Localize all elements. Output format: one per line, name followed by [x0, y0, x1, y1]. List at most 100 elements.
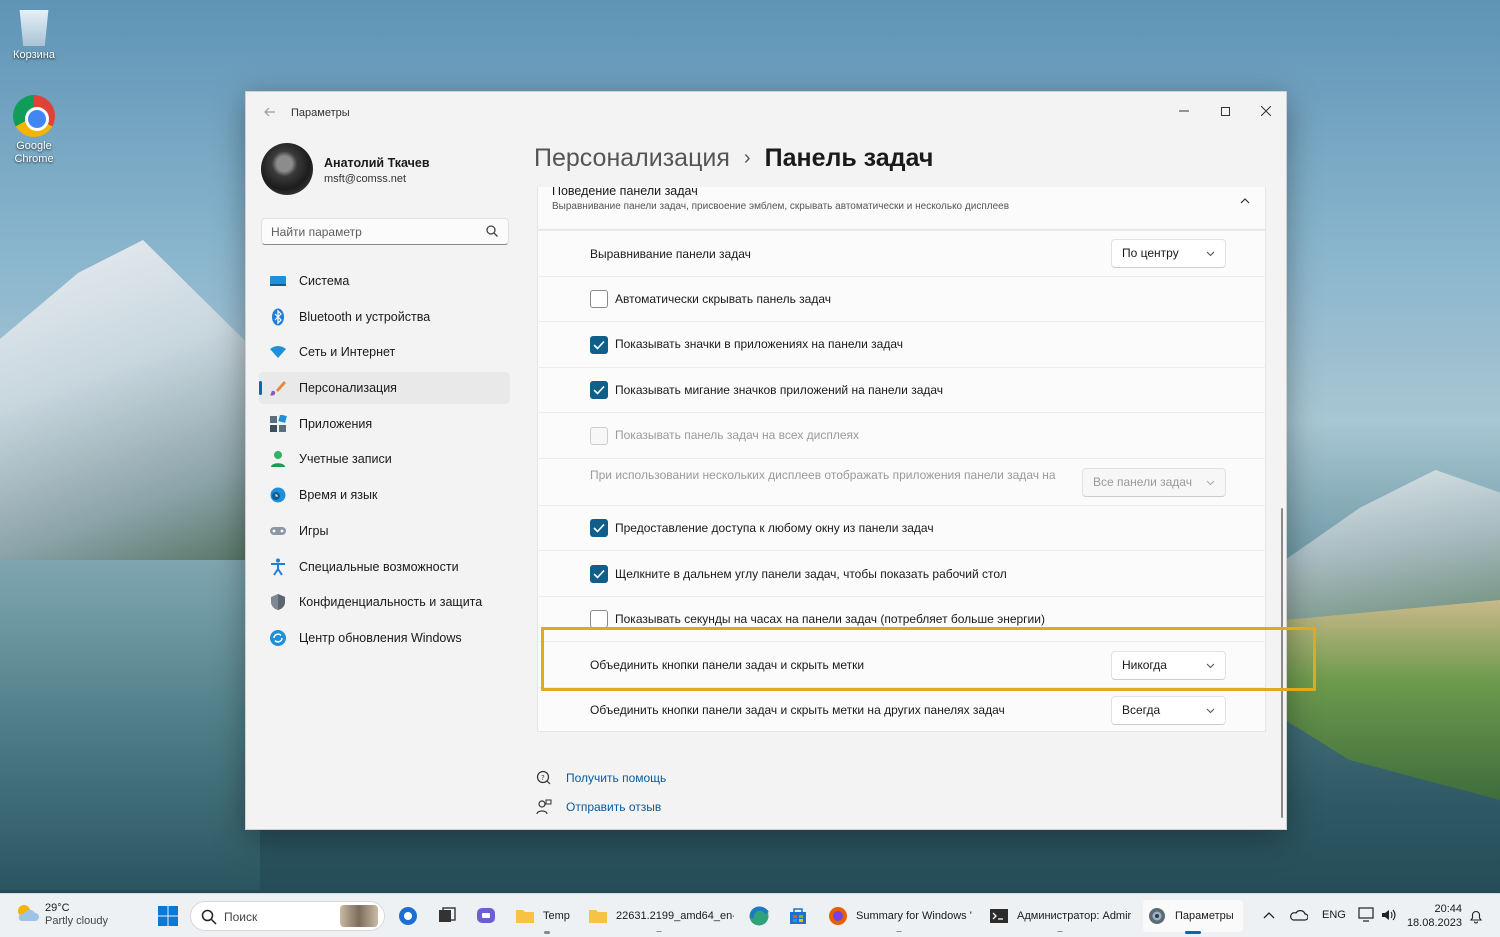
dropdown-value: Все панели задач: [1093, 475, 1192, 489]
weather-temp: 29°C: [45, 902, 70, 914]
breadcrumb-parent[interactable]: Персонализация: [534, 144, 730, 173]
task-view-icon[interactable]: [436, 905, 458, 927]
corner-click-checkbox[interactable]: [590, 565, 608, 583]
weather-widget[interactable]: 29°C Partly cloudy: [15, 902, 108, 928]
sidebar-item-system[interactable]: Система: [259, 265, 510, 297]
sidebar-item-personalization[interactable]: Персонализация: [259, 372, 510, 405]
taskbar-app-build-folder[interactable]: 22631.2199_amd64_en-u: [584, 900, 734, 932]
setting-row-auto-hide[interactable]: Автоматически скрывать панель задач: [537, 276, 1266, 321]
desktop-wallpaper-grass: [1285, 600, 1500, 800]
link-label[interactable]: Получить помощь: [566, 771, 666, 785]
taskbar-app-settings[interactable]: Параметры: [1143, 900, 1243, 934]
sidebar-item-accessibility[interactable]: Специальные возможности: [259, 551, 510, 583]
taskbar-app-firefox[interactable]: Summary for Windows ': [824, 900, 974, 932]
copilot-icon[interactable]: [397, 905, 419, 927]
back-button[interactable]: [260, 104, 280, 124]
setting-label: Показывать значки в приложениях на панел…: [615, 337, 903, 351]
setting-label: Показывать секунды на часах на панели за…: [615, 612, 1045, 626]
auto-hide-checkbox[interactable]: [590, 290, 608, 308]
scrollbar[interactable]: [1281, 508, 1283, 818]
brush-icon: [270, 381, 286, 396]
setting-label: Показывать панель задач на всех дисплеях: [615, 428, 860, 442]
app-title: Параметры: [291, 107, 350, 119]
clock-date: 18.08.2023: [1406, 917, 1462, 929]
setting-row-share-window[interactable]: Предоставление доступа к любому окну из …: [537, 505, 1266, 550]
sidebar-item-label: Сеть и Интернет: [299, 345, 396, 360]
folder-icon: [516, 910, 534, 923]
taskbar-app-temp[interactable]: Temp: [511, 900, 583, 934]
avatar[interactable]: [261, 143, 313, 195]
setting-label: Объединить кнопки панели задач и скрыть …: [590, 703, 1005, 717]
alignment-dropdown[interactable]: По центру: [1111, 239, 1226, 268]
send-feedback-link[interactable]: Отправить отзыв: [536, 792, 666, 821]
setting-row-flashing[interactable]: Показывать мигание значков приложений на…: [537, 367, 1266, 412]
sidebar-item-time-language[interactable]: Время и язык: [259, 479, 510, 511]
network-icon[interactable]: [1358, 907, 1376, 923]
sidebar-item-windows-update[interactable]: Центр обновления Windows: [259, 622, 510, 654]
maximize-icon: [1220, 107, 1230, 116]
setting-label: Предоставление доступа к любому окну из …: [615, 521, 934, 535]
running-indicator: [544, 931, 550, 934]
share-window-checkbox[interactable]: [590, 519, 608, 537]
breadcrumb-separator: ›: [743, 147, 751, 169]
chevron-down-icon: [1206, 251, 1215, 257]
running-indicator: [1185, 931, 1201, 934]
volume-icon[interactable]: [1380, 907, 1398, 923]
setting-row-corner-click[interactable]: Щелкните в дальнем углу панели задач, чт…: [537, 550, 1266, 596]
desktop-wallpaper-mountain-right: [1285, 470, 1500, 620]
taskbar-search[interactable]: Поиск: [190, 901, 385, 931]
user-email: msft@comss.net: [324, 173, 407, 185]
desktop-icon-chrome[interactable]: Google Chrome: [0, 95, 69, 166]
checkmark-icon: [593, 569, 605, 579]
setting-row-alignment: Выравнивание панели задач По центру: [537, 230, 1266, 276]
seconds-checkbox[interactable]: [590, 610, 608, 628]
sidebar-item-accounts[interactable]: Учетные записи: [259, 443, 510, 475]
sidebar-item-bluetooth[interactable]: Bluetooth и устройства: [259, 301, 510, 333]
sidebar-nav: Система Bluetooth и устройства Сеть и Ин…: [259, 265, 510, 658]
link-label[interactable]: Отправить отзыв: [566, 800, 661, 814]
store-icon[interactable]: [787, 905, 809, 927]
section-header-taskbar-behavior[interactable]: Поведение панели задач Выравнивание пане…: [537, 187, 1266, 230]
minimize-button[interactable]: [1164, 98, 1204, 126]
notification-bell-icon[interactable]: [1468, 908, 1484, 924]
chrome-icon: [13, 95, 55, 137]
badges-checkbox[interactable]: [590, 336, 608, 354]
gear-icon: [1149, 908, 1165, 924]
sidebar-item-gaming[interactable]: Игры: [259, 515, 510, 547]
language-indicator[interactable]: ENG: [1322, 909, 1346, 925]
chevron-up-icon[interactable]: [1262, 909, 1276, 923]
combine-other-dropdown[interactable]: Всегда: [1111, 696, 1226, 725]
combine-dropdown[interactable]: Никогда: [1111, 651, 1226, 680]
firefox-icon: [829, 907, 847, 925]
all-displays-checkbox: [590, 427, 608, 445]
sidebar-item-label: Bluetooth и устройства: [299, 309, 431, 324]
flashing-checkbox[interactable]: [590, 381, 608, 399]
get-help-link[interactable]: ? Получить помощь: [536, 763, 666, 792]
title-bar[interactable]: Параметры: [246, 92, 1286, 136]
start-button[interactable]: [157, 905, 179, 927]
close-button[interactable]: [1246, 98, 1286, 126]
maximize-button[interactable]: [1205, 98, 1245, 126]
help-chat-icon: ?: [536, 770, 551, 784]
settings-search[interactable]: [261, 218, 509, 245]
page-title: Панель задач: [764, 144, 934, 172]
onedrive-icon[interactable]: [1290, 908, 1308, 922]
setting-row-badges[interactable]: Показывать значки в приложениях на панел…: [537, 321, 1266, 367]
search-input[interactable]: [262, 219, 477, 244]
sidebar-item-privacy[interactable]: Конфиденциальность и защита: [259, 586, 510, 618]
arrow-left-icon: [264, 107, 275, 117]
chevron-up-icon[interactable]: [1239, 195, 1251, 207]
sidebar-item-network[interactable]: Сеть и Интернет: [259, 336, 510, 368]
system-clock[interactable]: 20:44 18.08.2023: [1407, 902, 1462, 930]
desktop-icon-recycle-bin[interactable]: Корзина: [0, 10, 69, 61]
chat-icon[interactable]: [475, 905, 497, 927]
sidebar-item-label: Система: [299, 274, 350, 288]
chevron-down-icon: [1206, 480, 1215, 486]
taskbar-app-label: 22631.2199_amd64_en-u: [616, 910, 734, 922]
sidebar-item-apps[interactable]: Приложения: [259, 408, 510, 440]
taskbar-app-terminal[interactable]: Администратор: Admir: [985, 900, 1135, 932]
setting-row-seconds[interactable]: Показывать секунды на часах на панели за…: [537, 596, 1266, 641]
edge-icon[interactable]: [748, 905, 770, 927]
close-icon: [1260, 105, 1272, 117]
setting-label: При использовании нескольких дисплеев от…: [590, 468, 1056, 482]
